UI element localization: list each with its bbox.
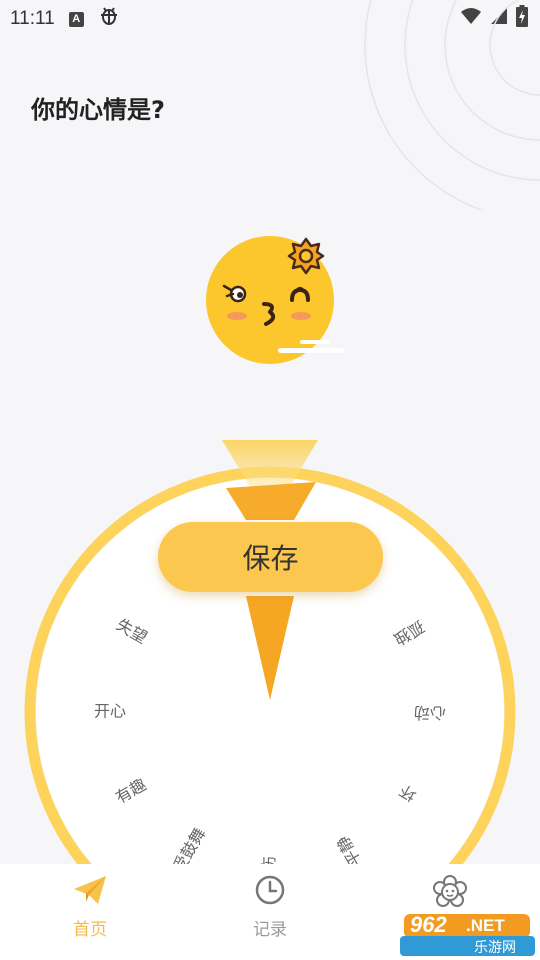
watermark-caption: 乐游网 [474,939,516,955]
bug-icon [98,5,120,33]
save-button[interactable]: 保存 [158,522,383,592]
tab-home-label: 首页 [73,920,107,940]
status-time: 11:11 [10,8,55,29]
mood-label[interactable]: 心动 [414,704,446,723]
mood-emoji [206,236,344,364]
flower-icon [287,237,325,275]
status-left: 11:11 A [10,5,120,33]
page-title: 你的心情是? [31,96,165,124]
tab-home[interactable]: 首页 [35,874,145,940]
mood-wheel[interactable]: 生气孤独心动坏平静受伤受鼓舞有趣开心失望惊讶激动 [0,430,540,864]
watermark-number: 962 [410,912,447,937]
tab-record[interactable]: 记录 [215,874,325,940]
tab-record-label: 记录 [253,920,287,940]
text-a-icon: A [68,11,84,27]
paper-plane-icon [72,874,108,910]
flower-face-icon [432,874,468,914]
mood-label[interactable]: 开心 [94,702,126,721]
mood-label[interactable]: 受伤 [260,856,279,864]
tab-mine[interactable] [395,874,505,914]
decorative-arcs [364,0,540,210]
clock-icon [254,874,286,910]
site-watermark: 962 .NET 乐游网 [400,910,535,956]
watermark-suffix: .NET [466,916,505,935]
